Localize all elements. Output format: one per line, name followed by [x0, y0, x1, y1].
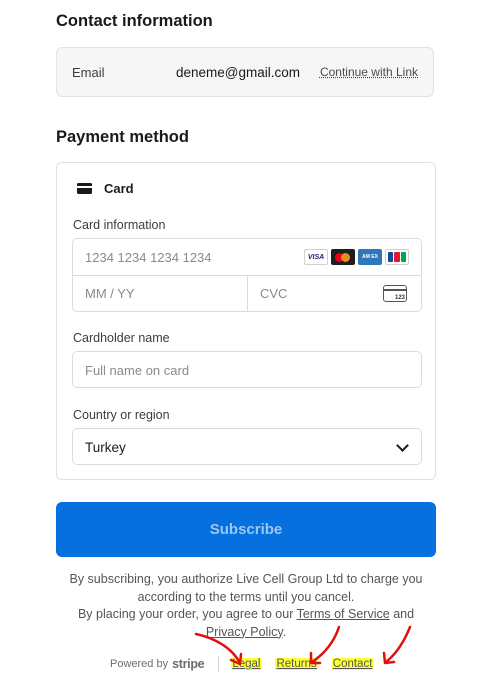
- card-number-placeholder: 1234 1234 1234 1234: [85, 250, 212, 265]
- card-number-input[interactable]: 1234 1234 1234 1234 VISA AM EX: [73, 239, 421, 276]
- mastercard-icon: [331, 249, 355, 265]
- cvc-placeholder: CVC: [260, 286, 288, 301]
- email-label: Email: [72, 64, 105, 80]
- card-payment-panel: Card Card information 1234 1234 1234 123…: [56, 162, 436, 480]
- legal-disclaimer: By subscribing, you authorize Live Cell …: [56, 571, 436, 641]
- credit-card-icon: [77, 183, 92, 194]
- card-method-label: Card: [104, 181, 134, 196]
- authorization-text: By subscribing, you authorize Live Cell …: [69, 572, 423, 604]
- returns-link[interactable]: Returns: [275, 658, 318, 670]
- card-brand-icons: VISA AM EX: [304, 249, 409, 265]
- subscribe-button[interactable]: Subscribe: [56, 502, 436, 557]
- country-region-label: Country or region: [73, 408, 170, 422]
- email-value: deneme@gmail.com: [176, 64, 301, 80]
- footer: Powered by stripe Legal Returns Contact: [110, 656, 387, 672]
- powered-by-text: Powered by: [110, 658, 169, 670]
- chevron-down-icon: [396, 439, 409, 452]
- legal-link[interactable]: Legal: [231, 658, 262, 670]
- expiry-input[interactable]: MM / YY: [73, 275, 247, 312]
- and-text: and: [393, 607, 415, 621]
- amex-icon: AM EX: [358, 249, 382, 265]
- cardholder-placeholder: Full name on card: [85, 363, 190, 378]
- cvc-card-icon: 123: [383, 285, 407, 302]
- agreement-prefix: By placing your order, you agree to our: [77, 607, 294, 621]
- card-information-label: Card information: [73, 218, 166, 232]
- visa-icon: VISA: [304, 249, 328, 265]
- period-text: .: [282, 624, 287, 639]
- card-expiry-cvc-row: MM / YY CVC 123: [73, 275, 421, 312]
- continue-with-link[interactable]: Continue with Link: [320, 65, 418, 79]
- card-information-group: 1234 1234 1234 1234 VISA AM EX MM / YY C…: [72, 238, 422, 312]
- cardholder-name-input[interactable]: Full name on card: [72, 351, 422, 388]
- card-method-header[interactable]: Card: [77, 181, 134, 196]
- footer-separator: [218, 656, 220, 672]
- contact-link[interactable]: Contact: [331, 658, 374, 670]
- contact-email-box: Email deneme@gmail.com Continue with Lin…: [56, 47, 434, 97]
- payment-section-title: Payment method: [56, 128, 189, 146]
- terms-of-service-link[interactable]: Terms of Service: [297, 607, 390, 621]
- country-value: Turkey: [85, 440, 126, 455]
- jcb-icon: [385, 249, 409, 265]
- privacy-policy-link[interactable]: Privacy Policy: [206, 625, 283, 639]
- stripe-logo[interactable]: stripe: [172, 657, 205, 671]
- cardholder-name-label: Cardholder name: [73, 331, 170, 345]
- country-select[interactable]: Turkey: [72, 428, 422, 465]
- cvc-input[interactable]: CVC 123: [248, 275, 421, 312]
- expiry-placeholder: MM / YY: [85, 286, 135, 301]
- contact-section-title: Contact information: [56, 12, 213, 30]
